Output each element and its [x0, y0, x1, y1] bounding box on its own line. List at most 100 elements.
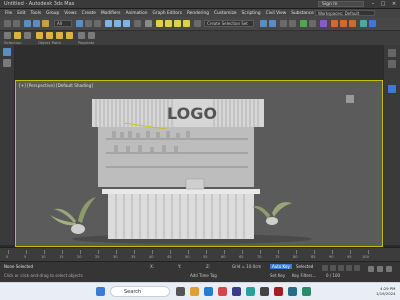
- named-selection-sets[interactable]: Create Selection Set: [204, 20, 254, 27]
- workspace-dropdown[interactable]: Workspaces: Default: [315, 10, 375, 16]
- window-title: Untitled - Autodesk 3ds Max: [4, 1, 75, 7]
- selected-object-icon[interactable]: [388, 85, 396, 93]
- vray-frame-buffer-icon[interactable]: [360, 20, 367, 27]
- paint-icon[interactable]: [66, 32, 73, 39]
- paint-icon[interactable]: [46, 32, 53, 39]
- timeline[interactable]: 0 5 10 15 20 25 30 35 40 45 50 55 60 65 …: [0, 247, 400, 262]
- menu-create[interactable]: Create: [82, 11, 96, 16]
- chrome-icon[interactable]: [218, 287, 227, 296]
- schematic-view-icon[interactable]: [309, 20, 316, 27]
- render-setup-icon[interactable]: [331, 20, 338, 27]
- selection-filter-dropdown[interactable]: All: [54, 20, 72, 27]
- clock[interactable]: 4:29 PM 1/19/2024: [376, 286, 395, 296]
- start-icon[interactable]: [96, 287, 105, 296]
- edge-icon[interactable]: [204, 287, 213, 296]
- selected-dropdown[interactable]: Selected: [296, 264, 313, 269]
- taskbar-search[interactable]: Search: [110, 286, 170, 297]
- modify-tab-icon[interactable]: [388, 60, 396, 68]
- move-icon[interactable]: [105, 20, 112, 27]
- named-selection-icon[interactable]: [194, 20, 201, 27]
- menu-animation[interactable]: Animation: [126, 11, 148, 16]
- menu-views[interactable]: Views: [64, 11, 76, 16]
- z-coord-label: Z:: [206, 264, 211, 269]
- go-to-end-icon[interactable]: [354, 265, 360, 271]
- previous-frame-icon[interactable]: [330, 265, 336, 271]
- curve-editor-icon[interactable]: [300, 20, 307, 27]
- rotate-icon[interactable]: [114, 20, 121, 27]
- align-icon[interactable]: [269, 20, 276, 27]
- maximize-icon[interactable]: □: [378, 0, 388, 8]
- go-to-start-icon[interactable]: [322, 265, 328, 271]
- task-view-icon[interactable]: [176, 287, 185, 296]
- spinner-snap-icon[interactable]: [183, 20, 190, 27]
- play-icon[interactable]: [338, 265, 344, 271]
- bind-space-warp-icon[interactable]: [42, 20, 49, 27]
- reference-coordinate-icon[interactable]: [134, 20, 141, 27]
- snap-toggle-icon[interactable]: [156, 20, 163, 27]
- ribbon-tool-icon[interactable]: [24, 32, 31, 39]
- angle-snap-icon[interactable]: [165, 20, 172, 27]
- store-icon[interactable]: [232, 287, 241, 296]
- pan-icon[interactable]: [377, 266, 383, 272]
- render-in-cloud-icon[interactable]: [369, 20, 376, 27]
- mirror-icon[interactable]: [260, 20, 267, 27]
- menu-civil-view[interactable]: Civil View: [266, 11, 287, 16]
- menu-tools[interactable]: Tools: [31, 11, 42, 16]
- orbit-icon[interactable]: [386, 266, 392, 272]
- menu-customize[interactable]: Customize: [214, 11, 237, 16]
- menu-edit[interactable]: Edit: [17, 11, 25, 16]
- paint-brush-icon[interactable]: [36, 32, 43, 39]
- ribbon-tool-icon[interactable]: [14, 32, 21, 39]
- viewcube-home-icon[interactable]: [346, 95, 354, 103]
- scene-explorer-icon[interactable]: [3, 48, 11, 56]
- perspective-viewport[interactable]: [+] [Perspective] [Default Shading] LOGO: [15, 80, 383, 247]
- select-by-name-icon[interactable]: [85, 20, 92, 27]
- link-icon[interactable]: [24, 20, 31, 27]
- material-editor-icon[interactable]: [320, 20, 327, 27]
- undo-icon[interactable]: [4, 20, 11, 27]
- acrobat-icon[interactable]: [274, 287, 283, 296]
- select-object-icon[interactable]: [76, 20, 83, 27]
- layer-icon[interactable]: [3, 59, 11, 67]
- auto-key-button[interactable]: Auto Key: [270, 264, 292, 269]
- menu-substance[interactable]: Substance: [291, 11, 313, 16]
- minimize-icon[interactable]: –: [368, 0, 378, 8]
- menu-rendering[interactable]: Rendering: [187, 11, 209, 16]
- next-frame-icon[interactable]: [346, 265, 352, 271]
- frame-counter[interactable]: 0 / 100: [326, 273, 340, 278]
- set-key-button[interactable]: Set Key: [270, 273, 285, 278]
- close-icon[interactable]: ×: [389, 0, 399, 8]
- app-icon[interactable]: [246, 287, 255, 296]
- menu-file[interactable]: File: [5, 11, 12, 16]
- 3dsmax-icon[interactable]: [302, 287, 311, 296]
- ribbon-tool-icon[interactable]: [4, 32, 11, 39]
- timeline-tick: 35: [131, 255, 136, 259]
- menu-modifiers[interactable]: Modifiers: [101, 11, 121, 16]
- menu-group[interactable]: Group: [46, 11, 59, 16]
- rectangle-selection-icon[interactable]: [94, 20, 101, 27]
- app-icon[interactable]: [260, 287, 269, 296]
- populate-idle-icon[interactable]: [88, 32, 95, 39]
- populate-flow-icon[interactable]: [78, 32, 85, 39]
- menu-scripting[interactable]: Scripting: [242, 11, 261, 16]
- pivot-center-icon[interactable]: [145, 20, 152, 27]
- percent-snap-icon[interactable]: [174, 20, 181, 27]
- sign-in-button[interactable]: Sign In: [318, 1, 364, 7]
- add-time-tag-button[interactable]: Add Time Tag: [190, 273, 217, 278]
- menu-graph-editors[interactable]: Graph Editors: [152, 11, 182, 16]
- scale-icon[interactable]: [123, 20, 130, 27]
- file-explorer-icon[interactable]: [190, 287, 199, 296]
- timeline-tick: 95: [347, 255, 352, 259]
- layer-explorer-icon[interactable]: [289, 20, 296, 27]
- redo-icon[interactable]: [13, 20, 20, 27]
- unlink-icon[interactable]: [33, 20, 40, 27]
- zoom-icon[interactable]: [368, 266, 374, 272]
- scene-explorer-icon[interactable]: [280, 20, 287, 27]
- paint-icon[interactable]: [56, 32, 63, 39]
- key-filters-button[interactable]: Key Filters...: [292, 273, 316, 278]
- render-production-icon[interactable]: [349, 20, 356, 27]
- app-icon[interactable]: [288, 287, 297, 296]
- rendered-frame-window-icon[interactable]: [340, 20, 347, 27]
- y-coord-label: Y:: [178, 264, 182, 269]
- create-tab-icon[interactable]: [388, 49, 396, 57]
